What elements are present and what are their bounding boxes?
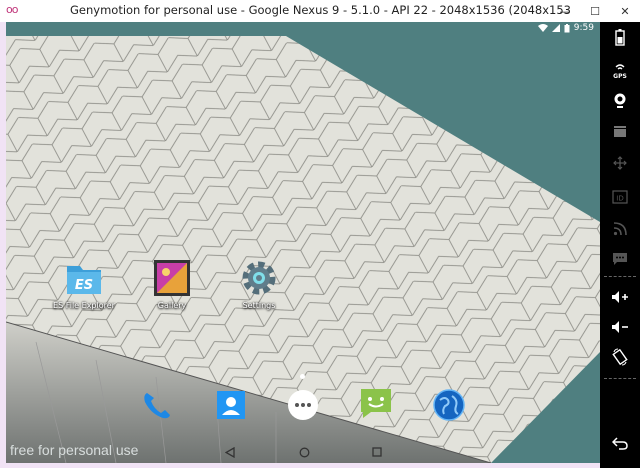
sms-icon bbox=[613, 253, 627, 265]
signal-icon bbox=[551, 24, 560, 32]
toolbar-remote-control[interactable] bbox=[600, 150, 640, 176]
toolbar-separator bbox=[604, 276, 636, 278]
app-es-file-explorer[interactable]: ES ES File Explorer bbox=[49, 258, 119, 310]
genymotion-app-icon[interactable]: oo bbox=[6, 4, 22, 16]
gps-label: GPS bbox=[613, 73, 627, 80]
window-titlebar: oo Genymotion for personal use - Google … bbox=[0, 0, 640, 23]
svg-text:ES: ES bbox=[75, 278, 93, 293]
close-button[interactable]: ✕ bbox=[610, 0, 640, 22]
genymotion-toolbar: GPS ID bbox=[600, 22, 640, 468]
rss-icon bbox=[613, 222, 627, 236]
recents-icon bbox=[372, 447, 382, 457]
window-frame-bottom bbox=[0, 463, 604, 468]
window-title: Genymotion for personal use - Google Nex… bbox=[70, 3, 570, 17]
move-icon bbox=[613, 156, 627, 170]
toolbar-webcam[interactable] bbox=[600, 88, 640, 114]
dock-contacts[interactable] bbox=[214, 388, 248, 422]
toolbar-separator bbox=[604, 378, 636, 380]
toolbar-volume-up[interactable] bbox=[600, 284, 640, 310]
rotate-icon bbox=[612, 348, 628, 366]
toolbar-screencast[interactable] bbox=[600, 118, 640, 144]
toolbar-battery[interactable] bbox=[600, 24, 640, 50]
id-label: ID bbox=[616, 195, 623, 203]
contacts-icon bbox=[217, 391, 245, 419]
app-label: Gallery bbox=[157, 301, 187, 310]
toolbar-rotate[interactable] bbox=[600, 344, 640, 370]
battery-icon bbox=[615, 29, 625, 46]
back-icon bbox=[612, 437, 628, 450]
dock-browser[interactable] bbox=[432, 388, 466, 422]
android-screen[interactable]: 9:59 ES ES File Explorer Gallery Setting… bbox=[6, 22, 600, 463]
minimize-button[interactable]: — bbox=[550, 0, 580, 22]
settings-gear-icon bbox=[239, 258, 279, 298]
toolbar-identifiers[interactable]: ID bbox=[600, 184, 640, 210]
personal-use-watermark: free for personal use bbox=[10, 442, 139, 458]
home-icon bbox=[299, 447, 309, 457]
gallery-icon bbox=[152, 258, 192, 298]
toolbar-back[interactable] bbox=[600, 430, 640, 456]
nav-home-button[interactable] bbox=[295, 443, 313, 461]
status-bar: 9:59 bbox=[6, 22, 600, 35]
app-label: Settings bbox=[242, 301, 276, 310]
volume-up-icon bbox=[612, 291, 628, 303]
nav-back-button[interactable] bbox=[221, 443, 239, 461]
nav-recents-button[interactable] bbox=[368, 443, 386, 461]
status-time: 9:59 bbox=[573, 23, 594, 33]
toolbar-gps[interactable]: GPS bbox=[600, 58, 640, 84]
gps-icon: GPS bbox=[613, 64, 627, 80]
toolbar-phone-sms[interactable] bbox=[600, 246, 640, 272]
messaging-icon bbox=[361, 389, 391, 418]
maximize-button[interactable]: ☐ bbox=[580, 0, 610, 22]
id-icon: ID bbox=[612, 190, 628, 204]
app-gallery[interactable]: Gallery bbox=[137, 258, 207, 310]
page-indicator bbox=[300, 374, 305, 379]
app-label: ES File Explorer bbox=[53, 301, 115, 310]
wifi-icon bbox=[537, 24, 548, 32]
dock-phone[interactable] bbox=[139, 388, 173, 422]
toolbar-volume-down[interactable] bbox=[600, 314, 640, 340]
back-icon bbox=[225, 446, 235, 458]
toolbar-network[interactable] bbox=[600, 216, 640, 242]
webcam-icon bbox=[614, 93, 626, 108]
app-settings[interactable]: Settings bbox=[224, 258, 294, 310]
dock-messaging[interactable] bbox=[359, 386, 393, 420]
clapper-icon bbox=[614, 126, 626, 137]
app-drawer-icon bbox=[288, 390, 318, 420]
battery-status-icon bbox=[564, 23, 570, 32]
phone-icon bbox=[144, 393, 170, 419]
es-file-explorer-icon: ES bbox=[64, 258, 104, 298]
browser-globe-icon bbox=[433, 389, 465, 421]
volume-down-icon bbox=[612, 321, 628, 333]
dock-app-drawer[interactable] bbox=[286, 388, 320, 422]
